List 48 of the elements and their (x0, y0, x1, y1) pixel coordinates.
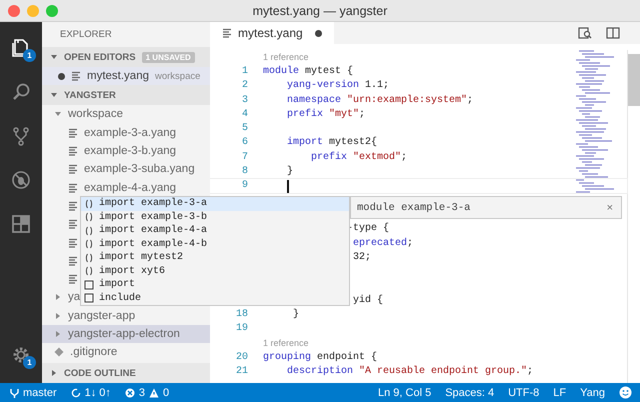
tree-item-label: ya (68, 291, 80, 304)
line-number: 20 (236, 352, 248, 363)
file-folder-label: workspace (155, 70, 200, 82)
tree-item-label: yangster-app-electron (68, 328, 180, 340)
code-line: eprecated; (352, 238, 414, 248)
line-number: 1 (242, 66, 248, 77)
sidebar-title: EXPLORER (59, 28, 113, 42)
tree-item-label: example-3-a.yang (84, 126, 176, 139)
line-number: 2 (242, 80, 248, 92)
line-number: 21 (236, 366, 248, 378)
window-title: mytest.yang — yangster (252, 4, 388, 18)
code-line: import mytest2{ (286, 137, 378, 148)
code-line: prefix "myt"; (286, 108, 366, 120)
tree-item-label: yangster-app (68, 310, 136, 322)
line-number: 9 (242, 180, 248, 192)
code-line: description "A reusable endpoint group."; (286, 366, 534, 378)
tree-item-label: example-3-b.yang (84, 145, 176, 158)
line-number: 7 (242, 152, 248, 163)
tree-item-label: example-4-a.yang (84, 182, 176, 194)
line-number: 4 (242, 108, 248, 120)
code-line: prefix "extmod"; (310, 152, 408, 163)
notification-badge: 1 (23, 356, 36, 369)
code-line: namespace "urn:example:system"; (286, 94, 474, 106)
line-number: 6 (242, 137, 248, 148)
code-line: -type { (346, 223, 390, 234)
code-line: } (286, 166, 294, 178)
details-title: module example-3-a (357, 202, 472, 214)
tree-item-label: workspace (68, 108, 123, 120)
tree-item-label: example-3-suba.yang (84, 163, 195, 176)
code-line: 32; (352, 252, 372, 263)
section-title: OPEN EDITORS (64, 52, 136, 62)
unsaved-badge: 1 UNSAVED (142, 52, 195, 62)
line-number: 8 (242, 166, 248, 178)
line-number: 3 (242, 94, 248, 106)
section-title: CODE OUTLINE (64, 368, 136, 378)
code-line: module mytest { (263, 66, 354, 77)
tab-title: mytest.yang (238, 26, 303, 40)
section-title: YANGSTER (64, 90, 116, 101)
code-line: yid { (352, 294, 384, 306)
file-name: mytest.yang (87, 70, 149, 82)
tree-item-label: .gitignore (70, 346, 118, 358)
code-line: yang-version 1.1; (286, 80, 390, 92)
code-line: grouping endpoint { (263, 352, 378, 363)
line-number: 19 (236, 323, 248, 334)
line-number: 5 (242, 123, 248, 134)
line-number: 18 (236, 308, 248, 320)
notification-badge: 1 (23, 49, 36, 62)
code-line: } (292, 308, 300, 320)
